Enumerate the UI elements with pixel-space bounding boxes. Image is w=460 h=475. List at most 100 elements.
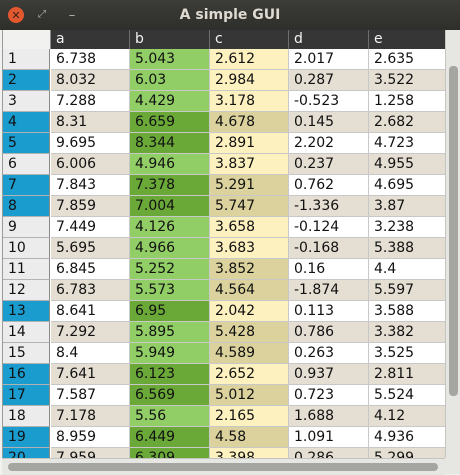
table-cell-a[interactable]: 7.843 <box>51 175 130 196</box>
row-header[interactable]: 2 <box>3 70 50 91</box>
table-cell-b[interactable]: 5.949 <box>130 343 210 364</box>
table-cell-d[interactable]: -0.124 <box>289 217 369 238</box>
table-cell-d[interactable]: 0.237 <box>289 154 369 175</box>
table-cell-a[interactable]: 7.641 <box>51 364 130 385</box>
table-cell-a[interactable]: 5.695 <box>51 238 130 259</box>
row-header[interactable]: 6 <box>3 154 50 175</box>
row-header[interactable]: 9 <box>3 217 50 238</box>
table-corner[interactable] <box>3 30 51 49</box>
table-cell-a[interactable]: 7.859 <box>51 196 130 217</box>
column-header-b[interactable]: b <box>130 30 210 49</box>
table-cell-c[interactable]: 2.042 <box>210 301 289 322</box>
vertical-scroll-thumb[interactable] <box>449 66 458 396</box>
table-cell-c[interactable]: 2.652 <box>210 364 289 385</box>
table-cell-a[interactable]: 6.783 <box>51 280 130 301</box>
row-header[interactable]: 5 <box>3 133 50 154</box>
table-cell-b[interactable]: 6.449 <box>130 427 210 448</box>
table-cell-e[interactable]: 3.525 <box>369 343 446 364</box>
table-cell-b[interactable]: 5.895 <box>130 322 210 343</box>
column-header-a[interactable]: a <box>51 30 130 49</box>
row-header[interactable]: 4 <box>3 112 50 133</box>
table-cell-c[interactable]: 3.398 <box>210 448 289 458</box>
table-cell-c[interactable]: 3.852 <box>210 259 289 280</box>
table-cell-c[interactable]: 4.58 <box>210 427 289 448</box>
table-cell-d[interactable]: -1.874 <box>289 280 369 301</box>
table-cell-c[interactable]: 2.612 <box>210 49 289 70</box>
table-cell-b[interactable]: 4.966 <box>130 238 210 259</box>
table-cell-d[interactable]: 1.091 <box>289 427 369 448</box>
table-cell-e[interactable]: 3.238 <box>369 217 446 238</box>
table-cell-b[interactable]: 6.569 <box>130 385 210 406</box>
table-cell-d[interactable]: 0.287 <box>289 70 369 91</box>
table-cell-b[interactable]: 5.56 <box>130 406 210 427</box>
table-cell-e[interactable]: 2.811 <box>369 364 446 385</box>
table-cell-a[interactable]: 7.587 <box>51 385 130 406</box>
table-cell-b[interactable]: 4.126 <box>130 217 210 238</box>
table-cell-e[interactable]: 3.87 <box>369 196 446 217</box>
table-cell-b[interactable]: 7.378 <box>130 175 210 196</box>
table-cell-d[interactable]: -0.523 <box>289 91 369 112</box>
table-cell-b[interactable]: 4.946 <box>130 154 210 175</box>
table-cell-c[interactable]: 4.678 <box>210 112 289 133</box>
table-cell-a[interactable]: 8.4 <box>51 343 130 364</box>
table-cell-a[interactable]: 6.845 <box>51 259 130 280</box>
column-header-d[interactable]: d <box>289 30 369 49</box>
row-header[interactable]: 15 <box>3 343 50 364</box>
table-cell-b[interactable]: 6.03 <box>130 70 210 91</box>
table-cell-d[interactable]: 2.017 <box>289 49 369 70</box>
table-cell-e[interactable]: 2.635 <box>369 49 446 70</box>
table-cell-d[interactable]: 1.688 <box>289 406 369 427</box>
table-cell-c[interactable]: 5.428 <box>210 322 289 343</box>
row-header[interactable]: 3 <box>3 91 50 112</box>
table-cell-e[interactable]: 2.682 <box>369 112 446 133</box>
table-cell-e[interactable]: 1.258 <box>369 91 446 112</box>
table-cell-a[interactable]: 6.738 <box>51 49 130 70</box>
table-cell-d[interactable]: 0.786 <box>289 322 369 343</box>
row-header[interactable]: 11 <box>3 259 50 280</box>
table-cell-b[interactable]: 6.95 <box>130 301 210 322</box>
table-cell-e[interactable]: 5.299 <box>369 448 446 458</box>
table-cell-c[interactable]: 3.658 <box>210 217 289 238</box>
row-header[interactable]: 17 <box>3 385 50 406</box>
table-cell-e[interactable]: 4.695 <box>369 175 446 196</box>
table-cell-e[interactable]: 4.12 <box>369 406 446 427</box>
table-cell-b[interactable]: 6.309 <box>130 448 210 458</box>
table-cell-e[interactable]: 5.524 <box>369 385 446 406</box>
table-cell-d[interactable]: 0.16 <box>289 259 369 280</box>
table-cell-e[interactable]: 5.388 <box>369 238 446 259</box>
table-cell-d[interactable]: 2.202 <box>289 133 369 154</box>
table-cell-a[interactable]: 8.032 <box>51 70 130 91</box>
table-cell-b[interactable]: 5.573 <box>130 280 210 301</box>
table-cell-e[interactable]: 3.382 <box>369 322 446 343</box>
table-cell-d[interactable]: 0.723 <box>289 385 369 406</box>
table-cell-e[interactable]: 5.597 <box>369 280 446 301</box>
table-cell-d[interactable]: -1.336 <box>289 196 369 217</box>
table-cell-d[interactable]: 0.113 <box>289 301 369 322</box>
row-header[interactable]: 13 <box>3 301 50 322</box>
table-cell-d[interactable]: 0.145 <box>289 112 369 133</box>
table-cell-e[interactable]: 4.955 <box>369 154 446 175</box>
table-cell-e[interactable]: 3.588 <box>369 301 446 322</box>
row-header[interactable]: 20 <box>3 448 50 458</box>
table-cell-a[interactable]: 7.178 <box>51 406 130 427</box>
table-cell-a[interactable]: 7.292 <box>51 322 130 343</box>
table-cell-b[interactable]: 6.659 <box>130 112 210 133</box>
horizontal-scroll-thumb[interactable] <box>8 463 438 471</box>
table-cell-a[interactable]: 8.31 <box>51 112 130 133</box>
table-cell-a[interactable]: 8.641 <box>51 301 130 322</box>
vertical-scrollbar[interactable] <box>445 30 460 458</box>
table-cell-d[interactable]: 0.263 <box>289 343 369 364</box>
table-cell-b[interactable]: 5.043 <box>130 49 210 70</box>
table-cell-d[interactable]: 0.762 <box>289 175 369 196</box>
row-header[interactable]: 7 <box>3 175 50 196</box>
table-cell-d[interactable]: 0.286 <box>289 448 369 458</box>
table-cell-c[interactable]: 5.747 <box>210 196 289 217</box>
table-cell-a[interactable]: 9.695 <box>51 133 130 154</box>
table-cell-b[interactable]: 4.429 <box>130 91 210 112</box>
row-header[interactable]: 19 <box>3 427 50 448</box>
column-header-c[interactable]: c <box>210 30 289 49</box>
horizontal-scrollbar[interactable] <box>2 458 445 475</box>
table-cell-c[interactable]: 2.891 <box>210 133 289 154</box>
table-cell-c[interactable]: 4.589 <box>210 343 289 364</box>
table-cell-c[interactable]: 3.178 <box>210 91 289 112</box>
